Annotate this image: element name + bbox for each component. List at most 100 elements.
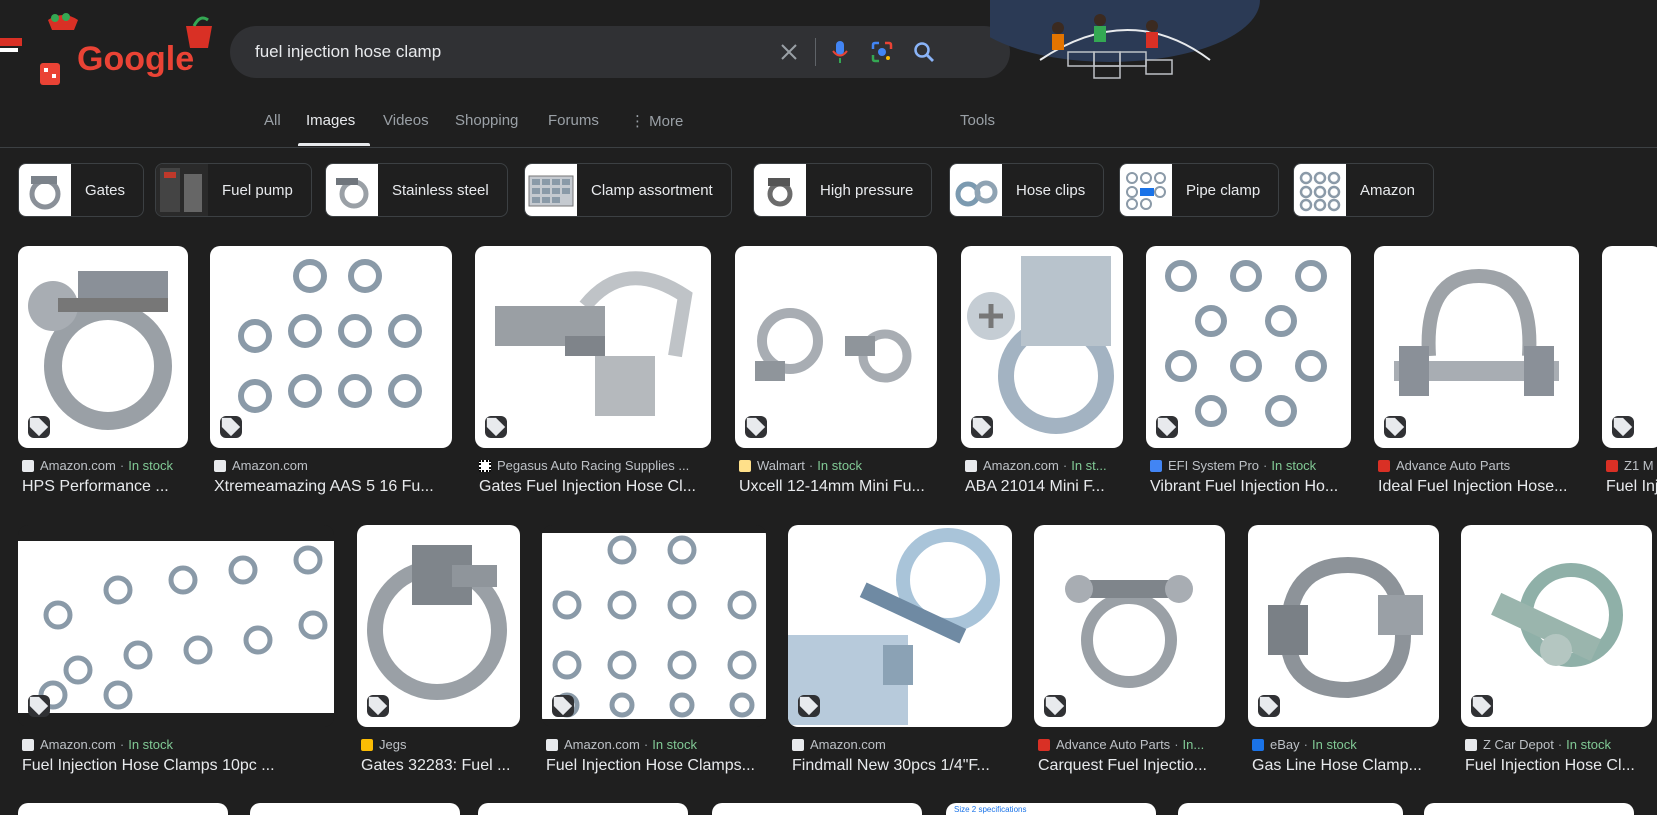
search-divider	[815, 38, 816, 66]
result-thumbnail[interactable]	[1461, 525, 1652, 727]
tab-forums[interactable]: Forums	[548, 112, 599, 129]
result-title[interactable]: Fuel Injection Hose Clamps...	[546, 757, 770, 775]
image-result-peek[interactable]	[250, 803, 460, 815]
result-title[interactable]: Fuel Injection Hose Clamps 10pc ...	[22, 757, 338, 775]
result-title[interactable]: Uxcell 12-14mm Mini Fu...	[739, 478, 941, 496]
image-result-peek[interactable]	[712, 803, 922, 815]
result-title[interactable]: Carquest Fuel Injectio...	[1038, 757, 1229, 775]
doodle-illustration	[990, 0, 1260, 79]
result-title[interactable]: Gas Line Hose Clamp...	[1252, 757, 1443, 775]
product-tag-icon	[971, 416, 993, 438]
stock-status: In...	[1182, 737, 1205, 752]
result-title[interactable]: Findmall New 30pcs 1/4"F...	[792, 757, 1016, 775]
chip-pipe-clamp[interactable]: Pipe clamp	[1119, 163, 1280, 217]
result-title[interactable]: Ideal Fuel Injection Hose...	[1378, 478, 1583, 496]
result-title[interactable]: Fuel Inj	[1606, 478, 1657, 496]
search-icon[interactable]	[912, 40, 936, 64]
result-thumbnail[interactable]	[18, 525, 334, 727]
tab-more[interactable]: ⋮ More	[630, 112, 683, 130]
image-result-peek[interactable]	[1424, 803, 1634, 815]
stock-status: In stock	[1271, 458, 1317, 473]
search-input[interactable]: fuel injection hose clamp	[255, 42, 441, 62]
chip-clamp-assortment[interactable]: Clamp assortment	[524, 163, 732, 217]
chip-high-pressure[interactable]: High pressure	[753, 163, 933, 217]
tab-more-label: More	[649, 113, 684, 130]
microphone-icon[interactable]	[828, 40, 852, 64]
result-title[interactable]: Gates 32283: Fuel ...	[361, 757, 524, 775]
result-thumbnail[interactable]	[1602, 246, 1657, 448]
image-result-peek[interactable]: Size 2 specifications	[946, 803, 1156, 815]
source-name: Pegasus Auto Racing Supplies ...	[497, 458, 690, 473]
tab-all[interactable]: All	[264, 112, 281, 129]
result-source: Advance Auto Parts	[1378, 458, 1583, 473]
result-thumbnail[interactable]	[1034, 525, 1225, 727]
result-thumbnail[interactable]	[210, 246, 452, 448]
result-thumbnail[interactable]	[18, 246, 188, 448]
result-title[interactable]: Fuel Injection Hose Cl...	[1465, 757, 1656, 775]
result-thumbnail[interactable]	[961, 246, 1123, 448]
logo-text: Google	[77, 40, 194, 78]
source-name: eBay	[1270, 737, 1300, 752]
more-vert-icon: ⋮	[630, 113, 650, 130]
result-title[interactable]: HPS Performance ...	[22, 478, 192, 496]
result-thumbnail[interactable]	[1146, 246, 1351, 448]
result-source: Amazon.com · In st...	[965, 458, 1127, 473]
tools-button[interactable]: Tools	[960, 112, 995, 129]
result-title[interactable]: Vibrant Fuel Injection Ho...	[1150, 478, 1355, 496]
result-thumbnail[interactable]	[1248, 525, 1439, 727]
result-source: Amazon.com · In stock	[546, 737, 770, 752]
active-tab-indicator	[298, 143, 370, 146]
result-thumbnail[interactable]	[788, 525, 1012, 727]
chip-thumbnail	[156, 164, 208, 216]
chip-label: Clamp assortment	[591, 181, 713, 199]
chip-stainless-steel[interactable]: Stainless steel	[325, 163, 508, 217]
stock-status: In stock	[652, 737, 698, 752]
chip-label: Hose clips	[1016, 181, 1086, 199]
result-title[interactable]: Gates Fuel Injection Hose Cl...	[479, 478, 715, 496]
result-thumbnail[interactable]	[475, 246, 711, 448]
source-name: Amazon.com	[983, 458, 1059, 473]
chip-thumbnail	[754, 164, 806, 216]
result-source: Amazon.com · In stock	[22, 458, 192, 473]
chip-thumbnail	[1294, 164, 1346, 216]
clear-icon[interactable]	[777, 40, 801, 64]
image-result-peek[interactable]	[18, 803, 228, 815]
chip-label: Pipe clamp	[1186, 181, 1261, 199]
result-thumbnail[interactable]	[357, 525, 520, 727]
peek-caption: Size 2 specifications	[954, 805, 1027, 814]
product-tag-icon	[1384, 416, 1406, 438]
google-doodle-logo[interactable]: Google	[0, 8, 220, 88]
lens-icon[interactable]	[870, 40, 894, 64]
chip-thumbnail	[1120, 164, 1172, 216]
result-source: Amazon.com	[214, 458, 456, 473]
image-result-peek[interactable]	[1178, 803, 1403, 815]
product-tag-icon	[28, 416, 50, 438]
source-name: Jegs	[379, 737, 407, 752]
result-source: Jegs	[361, 737, 524, 752]
result-source: Amazon.com	[792, 737, 1016, 752]
result-thumbnail[interactable]	[1374, 246, 1579, 448]
chip-amazon[interactable]: Amazon	[1293, 163, 1435, 217]
source-name: Amazon.com	[564, 737, 640, 752]
image-result-peek[interactable]	[478, 803, 688, 815]
tab-videos[interactable]: Videos	[383, 112, 429, 129]
source-name: Z1 M	[1624, 458, 1654, 473]
stock-status: In stock	[1566, 737, 1611, 752]
chip-hose-clips[interactable]: Hose clips	[949, 163, 1105, 217]
result-source: EFI System Pro · In stock	[1150, 458, 1355, 473]
result-title[interactable]: ABA 21014 Mini F...	[965, 478, 1127, 496]
tab-shopping[interactable]: Shopping	[455, 112, 518, 129]
tab-images[interactable]: Images	[306, 112, 355, 129]
header: Google fuel injection hose clamp All Ima…	[0, 0, 1657, 148]
result-source: Walmart · In stock	[739, 458, 941, 473]
chip-fuel-pump[interactable]: Fuel pump	[155, 163, 312, 217]
search-bar[interactable]: fuel injection hose clamp	[230, 26, 1010, 78]
result-thumbnail[interactable]	[542, 525, 766, 727]
source-name: Advance Auto Parts	[1396, 458, 1511, 473]
chip-thumbnail	[19, 164, 71, 216]
chip-gates[interactable]: Gates	[18, 163, 145, 217]
product-tag-icon	[1612, 416, 1634, 438]
product-tag-icon	[798, 695, 820, 717]
result-title[interactable]: Xtremeamazing AAS 5 16 Fu...	[214, 478, 456, 496]
result-thumbnail[interactable]	[735, 246, 937, 448]
